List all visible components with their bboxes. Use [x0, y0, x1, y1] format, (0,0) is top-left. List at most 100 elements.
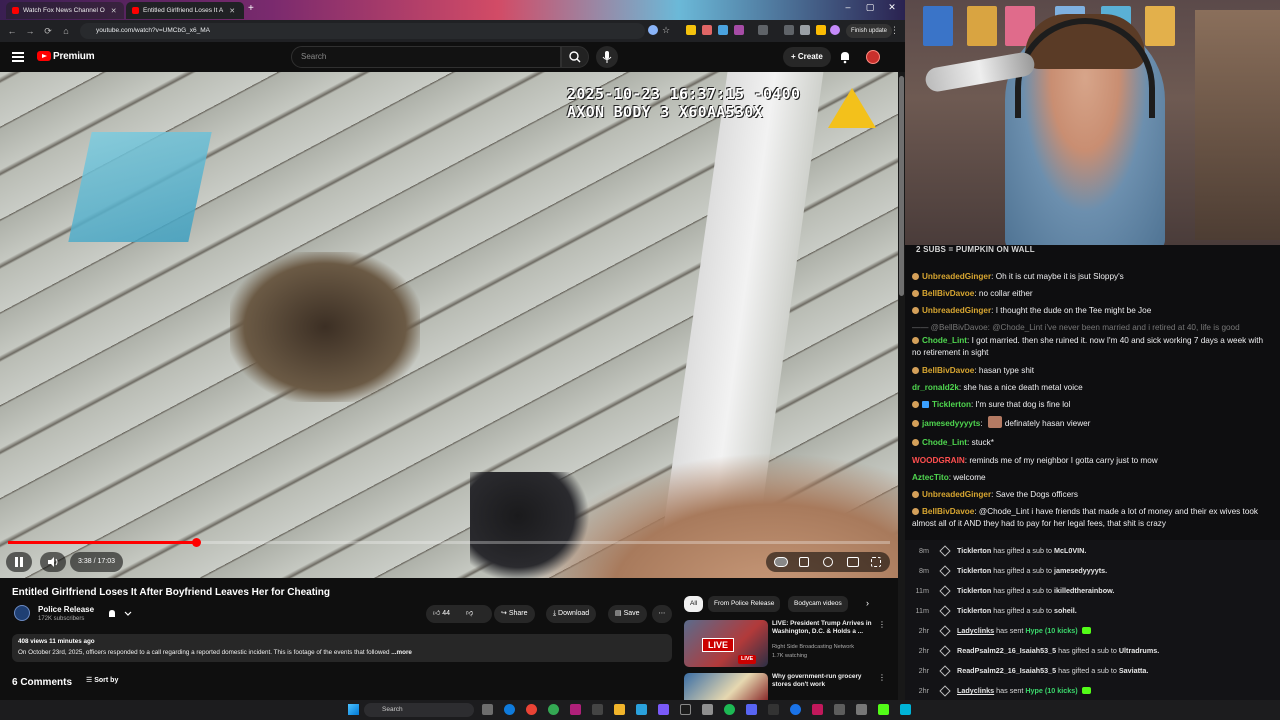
- chat-username[interactable]: BellBivDavoe: [922, 289, 974, 298]
- minimize-icon[interactable]: –: [840, 2, 856, 12]
- app-icon[interactable]: [658, 704, 669, 715]
- chat-username[interactable]: Ticklerton: [932, 400, 971, 409]
- pause-button[interactable]: [6, 552, 32, 572]
- discord-icon[interactable]: [746, 704, 757, 715]
- event-user[interactable]: Ticklerton: [957, 566, 991, 575]
- progress-scrubber[interactable]: [191, 538, 201, 547]
- event-user[interactable]: Ladyclinks: [957, 686, 994, 695]
- install-app-icon[interactable]: [648, 25, 658, 35]
- progress-bar[interactable]: [8, 538, 890, 547]
- app-icon[interactable]: [834, 704, 845, 715]
- maximize-icon[interactable]: ▢: [862, 2, 878, 13]
- chip-all[interactable]: All: [684, 596, 704, 612]
- recommendation-item[interactable]: Why government-run grocery stores don't …: [684, 673, 896, 700]
- like-button[interactable]: 👍︎ 44 👎︎: [426, 605, 492, 623]
- kebab-menu-icon[interactable]: ⋮: [890, 25, 900, 35]
- hamburger-menu-icon[interactable]: [12, 52, 24, 62]
- event-target-user[interactable]: Saviatta.: [1119, 666, 1149, 675]
- app-icon[interactable]: [570, 704, 581, 715]
- app-icon[interactable]: [812, 704, 823, 715]
- description-more-link[interactable]: ...more: [390, 649, 412, 656]
- extension-icon[interactable]: [718, 25, 728, 35]
- sort-by-button[interactable]: ☰ Sort by: [86, 676, 118, 684]
- autoplay-toggle[interactable]: [774, 557, 788, 567]
- event-target-user[interactable]: jamesedyyyyts.: [1054, 566, 1107, 575]
- chat-username[interactable]: UnbreadedGinger: [922, 490, 991, 499]
- recommendation-thumbnail[interactable]: [684, 673, 768, 700]
- event-user[interactable]: ReadPsalm22_16_Isaiah53_5: [957, 646, 1056, 655]
- search-button[interactable]: [561, 46, 589, 68]
- event-target-user[interactable]: Ultradrums.: [1119, 646, 1159, 655]
- recommendation-thumbnail[interactable]: LIVE LIVE: [684, 620, 768, 667]
- profile-avatar-icon[interactable]: [830, 25, 840, 35]
- video-player[interactable]: 2025-10-23 16:37:15 -0400 AXON BODY 3 X6…: [0, 72, 898, 578]
- subscribed-notifications-button[interactable]: [103, 606, 137, 622]
- chat-username[interactable]: Chode_Lint: [922, 336, 967, 345]
- new-tab-icon[interactable]: +: [248, 3, 254, 14]
- more-options-icon[interactable]: ⋮: [878, 620, 886, 629]
- description-box[interactable]: 408 views 11 minutes ago On October 23rd…: [12, 634, 672, 662]
- chat-username[interactable]: BellBivDavoe: [922, 366, 974, 375]
- spotify-icon[interactable]: [724, 704, 735, 715]
- chat-username[interactable]: AztecTito: [912, 473, 949, 482]
- recommendation-title[interactable]: LIVE: President Trump Arrives in Washing…: [772, 620, 882, 636]
- captions-icon[interactable]: [799, 557, 809, 567]
- finish-update-button[interactable]: Finish update: [846, 24, 893, 38]
- theater-mode-icon[interactable]: [847, 557, 859, 567]
- more-actions-icon[interactable]: ⋯: [652, 605, 672, 623]
- chat-username[interactable]: BellBivDavoe: [922, 507, 974, 516]
- more-options-icon[interactable]: ⋮: [878, 673, 886, 682]
- voice-search-button[interactable]: [596, 46, 618, 68]
- telegram-icon[interactable]: [636, 704, 647, 715]
- download-button[interactable]: ⤓ Download: [546, 605, 597, 623]
- youtube-brand[interactable]: Premium: [53, 51, 95, 62]
- back-icon[interactable]: ←: [3, 26, 21, 36]
- edge-icon[interactable]: [504, 704, 515, 715]
- recommendation-title[interactable]: Why government-run grocery stores don't …: [772, 673, 882, 689]
- create-button[interactable]: + Create: [783, 47, 831, 67]
- bookmark-star-icon[interactable]: ☆: [662, 25, 672, 35]
- extension-icon[interactable]: [702, 25, 712, 35]
- app-icon[interactable]: [702, 704, 713, 715]
- chat-username[interactable]: jamesedyyyyts: [922, 419, 980, 428]
- chrome-icon[interactable]: [526, 704, 537, 715]
- extension-icon[interactable]: [816, 25, 826, 35]
- event-target-user[interactable]: McL0VIN.: [1054, 546, 1086, 555]
- event-user[interactable]: Ticklerton: [957, 546, 991, 555]
- event-target-user[interactable]: soheil.: [1054, 606, 1077, 615]
- extension-icon[interactable]: [686, 25, 696, 35]
- home-icon[interactable]: ⌂: [57, 26, 75, 36]
- extension-icon[interactable]: [734, 25, 744, 35]
- youtube-logo-icon[interactable]: [37, 51, 51, 61]
- recommendation-channel[interactable]: Right Side Broadcasting Network: [772, 644, 854, 650]
- chevron-right-icon[interactable]: ›: [866, 598, 869, 608]
- reload-icon[interactable]: ⟳: [39, 26, 57, 37]
- chip-bodycam-videos[interactable]: Bodycam videos: [788, 596, 848, 612]
- chip-from-channel[interactable]: From Police Release: [708, 596, 781, 612]
- chat-username[interactable]: dr_ronald2k: [912, 383, 959, 392]
- forward-icon[interactable]: →: [21, 26, 39, 36]
- file-explorer-icon[interactable]: [614, 704, 625, 715]
- event-target-user[interactable]: ikilledtherainbow.: [1054, 586, 1114, 595]
- notifications-bell-icon[interactable]: [838, 50, 852, 64]
- app-icon[interactable]: [592, 704, 603, 715]
- event-user[interactable]: Ticklerton: [957, 586, 991, 595]
- page-scrollbar[interactable]: [898, 72, 905, 700]
- event-user[interactable]: ReadPsalm22_16_Isaiah53_5: [957, 666, 1056, 675]
- chat-username[interactable]: UnbreadedGinger: [922, 306, 991, 315]
- app-icon[interactable]: [856, 704, 867, 715]
- channel-avatar[interactable]: [14, 605, 30, 621]
- scrollbar-thumb[interactable]: [899, 76, 904, 296]
- save-button[interactable]: ▤ Save: [608, 605, 647, 623]
- app-icon[interactable]: [900, 704, 911, 715]
- chat-username[interactable]: WOODGRAIN: [912, 456, 965, 465]
- tab-close-icon[interactable]: ✕: [111, 7, 117, 15]
- volume-button[interactable]: [40, 552, 66, 572]
- tab-fox-news[interactable]: Watch Fox News Channel O ✕: [6, 2, 124, 19]
- settings-gear-icon[interactable]: [823, 557, 833, 567]
- windows-start-icon[interactable]: [348, 704, 359, 715]
- tab-youtube-video[interactable]: Entitled Girlfriend Loses It A ✕: [126, 2, 244, 19]
- event-user[interactable]: Ladyclinks: [957, 626, 994, 635]
- sidebar-icon[interactable]: [784, 25, 794, 35]
- address-bar[interactable]: youtube.com/watch?v=UMCbG_x6_MA: [80, 23, 645, 39]
